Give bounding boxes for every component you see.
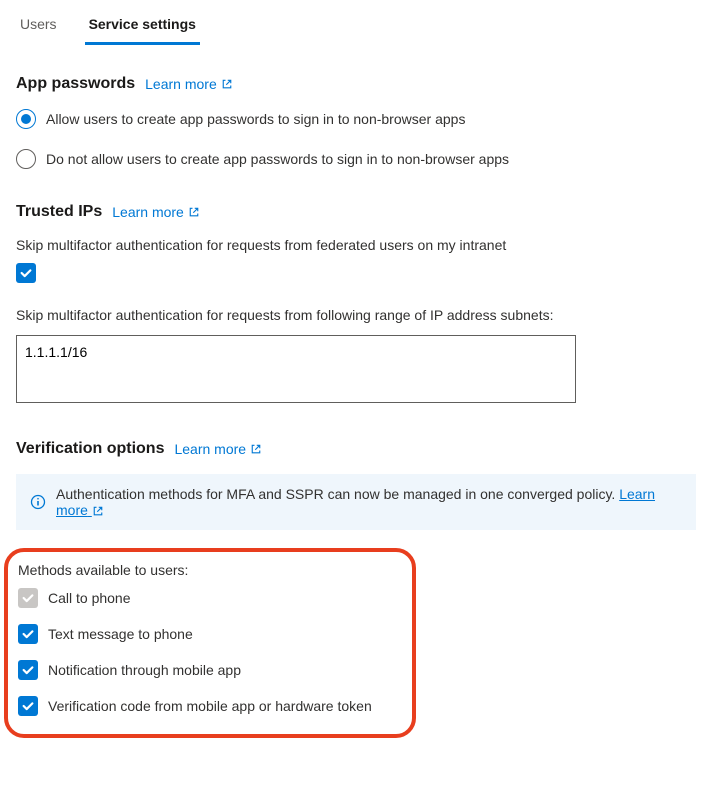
- tab-service-settings[interactable]: Service settings: [85, 10, 200, 45]
- method-label: Text message to phone: [48, 626, 193, 642]
- learn-more-label: Learn more: [174, 441, 246, 457]
- app-passwords-title: App passwords: [16, 75, 135, 93]
- trusted-ips-title: Trusted IPs: [16, 203, 102, 221]
- tabs-bar: Users Service settings: [0, 0, 712, 45]
- methods-list: Call to phone Text message to phone Noti…: [18, 588, 402, 722]
- section-verification-options: Verification options Learn more Authenti…: [16, 440, 696, 738]
- external-link-icon: [92, 505, 104, 517]
- trusted-ips-learn-more-link[interactable]: Learn more: [112, 204, 200, 220]
- info-banner-text: Authentication methods for MFA and SSPR …: [56, 486, 682, 518]
- checkbox-call-to-phone: [18, 588, 38, 608]
- learn-more-label: Learn more: [112, 204, 184, 220]
- radio-allow-app-passwords[interactable]: [16, 109, 36, 129]
- checkbox-skip-federated[interactable]: [16, 263, 36, 283]
- method-row: Verification code from mobile app or har…: [18, 696, 402, 716]
- method-label: Verification code from mobile app or har…: [48, 698, 372, 714]
- section-app-passwords: App passwords Learn more Allow users to …: [16, 75, 696, 169]
- method-row: Text message to phone: [18, 624, 402, 644]
- checkbox-text-message[interactable]: [18, 624, 38, 644]
- checkbox-verification-code[interactable]: [18, 696, 38, 716]
- section-trusted-ips: Trusted IPs Learn more Skip multifactor …: [16, 203, 696, 406]
- tab-users[interactable]: Users: [16, 10, 61, 45]
- checkmark-icon: [21, 591, 35, 605]
- checkmark-icon: [21, 663, 35, 677]
- info-icon: [30, 494, 46, 510]
- method-row: Call to phone: [18, 588, 402, 608]
- verification-title: Verification options: [16, 440, 164, 458]
- checkbox-notification-app[interactable]: [18, 660, 38, 680]
- external-link-icon: [250, 443, 262, 455]
- methods-label: Methods available to users:: [18, 562, 402, 578]
- method-row: Notification through mobile app: [18, 660, 402, 680]
- verification-learn-more-link[interactable]: Learn more: [174, 441, 262, 457]
- external-link-icon: [221, 78, 233, 90]
- info-banner: Authentication methods for MFA and SSPR …: [16, 474, 696, 530]
- radio-disallow-app-passwords[interactable]: [16, 149, 36, 169]
- learn-more-label: Learn more: [145, 76, 217, 92]
- radio-disallow-label: Do not allow users to create app passwor…: [46, 151, 509, 167]
- checkmark-icon: [19, 266, 33, 280]
- external-link-icon: [188, 206, 200, 218]
- method-label: Call to phone: [48, 590, 131, 606]
- method-label: Notification through mobile app: [48, 662, 241, 678]
- checkmark-icon: [21, 699, 35, 713]
- ip-range-input[interactable]: [16, 335, 576, 403]
- skip-federated-label: Skip multifactor authentication for requ…: [16, 237, 696, 253]
- highlight-annotation: Methods available to users: Call to phon…: [4, 548, 416, 738]
- ip-range-label: Skip multifactor authentication for requ…: [16, 307, 696, 323]
- checkmark-icon: [21, 627, 35, 641]
- radio-allow-label: Allow users to create app passwords to s…: [46, 111, 465, 127]
- app-passwords-learn-more-link[interactable]: Learn more: [145, 76, 233, 92]
